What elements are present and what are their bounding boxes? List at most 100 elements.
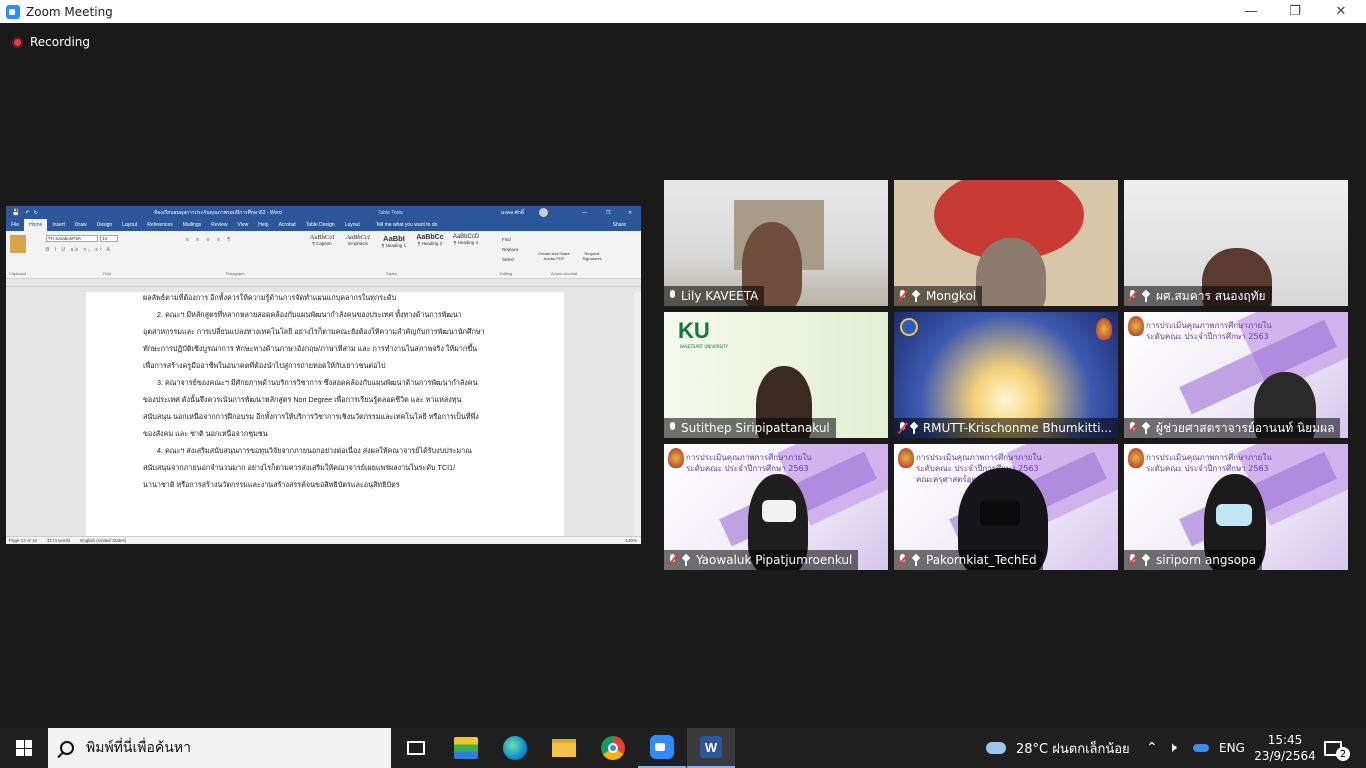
participant-name: Pakornkiat_TechEd — [926, 553, 1037, 567]
taskbar-file-explorer[interactable] — [540, 728, 588, 768]
muted-microphone-icon — [1128, 422, 1138, 434]
taskbar-app-stack[interactable] — [442, 728, 490, 768]
participant-name-tag: ผู้ช่วยศาสตราจารย์อานนท์ นิยมผล — [1124, 418, 1341, 438]
style-name: ¶ Heading 3 — [417, 241, 443, 246]
video-tile[interactable]: KU KASETSART UNIVERSITY Sutithep Siripip… — [664, 312, 888, 438]
chrome-icon — [601, 736, 625, 760]
muted-microphone-icon — [898, 554, 908, 566]
word-status-bar: Page 12 of 15 3174 words English (United… — [6, 536, 641, 544]
video-tile[interactable]: Lily KAVEETA — [664, 180, 888, 306]
taskbar-search-box[interactable]: พิมพ์ที่นี่เพื่อค้นหา — [48, 728, 391, 768]
pin-icon — [1141, 290, 1151, 302]
muted-microphone-icon — [1128, 554, 1138, 566]
slide-line: ระดับคณะ ประจำปีการศึกษา 2563 — [1146, 464, 1269, 473]
editing-group: Find Replace Select — [502, 235, 519, 265]
pin-icon — [681, 554, 691, 566]
window-title: Zoom Meeting — [26, 4, 113, 19]
word-tab: File — [11, 222, 20, 228]
pin-icon — [911, 554, 921, 566]
word-tab: Draw — [74, 222, 87, 228]
show-hidden-icons-button[interactable]: ⌃ — [1146, 728, 1158, 768]
onedrive-button[interactable] — [1193, 728, 1209, 768]
task-view-button[interactable] — [392, 728, 440, 768]
doc-line: ของประเทศ ดังนั้นจึงควรเน้นการพัฒนาหลักส… — [143, 395, 462, 404]
undo-icon: ↶ — [25, 209, 30, 216]
notification-count-badge: 2 — [1336, 747, 1350, 761]
find-command: Find — [502, 237, 511, 242]
muted-microphone-icon — [1128, 290, 1138, 302]
ribbon-group-labels: Clipboard Font Paragraph Styles Editing … — [6, 271, 641, 277]
style-sample: AaBbCcI — [346, 234, 370, 241]
slide-line: การประเมินคุณภาพการศึกษาภายใน — [686, 453, 812, 462]
ku-logo: KU — [678, 318, 710, 343]
faculty-seal-icon — [668, 448, 684, 468]
shared-screen: 💾 ↶ ↻ ห้องเรียนสมดุลการประกันคุณภาพรอบปี… — [6, 206, 641, 544]
style-name: ¶ Caption — [312, 241, 332, 246]
restore-button[interactable]: ❐ — [1272, 0, 1318, 23]
edge-icon — [503, 736, 527, 760]
word-user-name: มงคล ศักดิ์ — [501, 209, 524, 216]
volume-button[interactable]: 🕨 — [1168, 728, 1177, 768]
paragraph-format-icons: ≡ ≡ ≡ ≡ ¶ — [186, 237, 233, 243]
participant-name: Lily KAVEETA — [681, 289, 759, 303]
word-ruler — [6, 279, 641, 287]
participant-name: ผู้ช่วยศาสตราจารย์อานนท์ นิยมผล — [1156, 420, 1335, 435]
doc-line: สนับสนุนจากภายนอกจำนวนมาก อย่างไรก็ตามคว… — [143, 463, 456, 472]
redo-icon: ↻ — [33, 209, 38, 216]
zoom-logo-icon — [6, 4, 20, 19]
weather-text: 28°C ฝนตกเล็กน้อย — [1016, 741, 1130, 757]
chevron-up-icon: ⌃ — [1146, 740, 1158, 756]
participant-name: Yaowaluk Pipatjumroenkul — [696, 553, 853, 567]
taskbar-zoom[interactable] — [638, 728, 686, 768]
clock-date: 23/9/2564 — [1254, 749, 1316, 763]
word-table-tools: Table Tools — [378, 209, 403, 216]
doc-line: 2. คณะฯ มีหลักสูตรที่หลากหลายสอดคล้องกับ… — [157, 310, 462, 319]
word-user-avatar — [539, 208, 548, 217]
language-indicator: ENG — [1219, 741, 1245, 755]
start-button[interactable] — [0, 728, 48, 768]
muted-microphone-icon — [898, 422, 906, 434]
slide-line: ระดับคณะ ประจำปีการศึกษา 2563 — [686, 464, 809, 473]
taskbar-chrome[interactable] — [589, 728, 637, 768]
doc-line: นานาชาติ หรือการสร้างนวัตกรรมและงานสร้าง… — [143, 480, 400, 489]
video-tile[interactable]: การประเมินคุณภาพการศึกษาภายใน ระดับคณะ ปร… — [894, 444, 1118, 570]
word-tab: Mailings — [182, 222, 202, 228]
weather-widget[interactable]: 28°C ฝนตกเล็กน้อย — [986, 728, 1130, 768]
folder-icon — [552, 739, 576, 757]
virtual-background-title: การประเมินคุณภาพการศึกษาภายในระดับคณะ ปร… — [686, 452, 812, 474]
doc-line: ทักษะการปฏิบัติเชิงบูรณาการ ทักษะทางด้าน… — [143, 344, 478, 353]
input-language-button[interactable]: ENG — [1219, 728, 1245, 768]
video-tile[interactable]: การประเมินคุณภาพการศึกษาภายใน ระดับคณะ ปร… — [1124, 312, 1348, 438]
style-sample: AaBbI — [383, 234, 405, 243]
university-seal-icon — [900, 318, 918, 336]
word-language: English (United States) — [80, 538, 127, 543]
participant-name: RMUTT-Krischonme Bhumkitti... — [922, 421, 1112, 435]
pin-icon — [1141, 422, 1151, 434]
close-button[interactable]: ✕ — [1318, 0, 1364, 23]
muted-microphone-icon — [898, 290, 908, 302]
stacked-app-icon — [454, 737, 478, 759]
microphone-icon — [668, 290, 678, 302]
task-view-icon — [407, 741, 425, 755]
video-tile[interactable]: ผศ.สมคาร สนองฤทัย — [1124, 180, 1348, 306]
clock[interactable]: 15:45 23/9/2564 — [1254, 728, 1316, 768]
video-tile[interactable]: การประเมินคุณภาพการศึกษาภายในระดับคณะ ปร… — [664, 444, 888, 570]
notification-center-button[interactable]: 2 — [1324, 728, 1356, 768]
search-icon — [60, 741, 74, 755]
word-icon: W — [700, 736, 722, 758]
replace-command: Replace — [502, 247, 519, 252]
taskbar-edge[interactable] — [491, 728, 539, 768]
video-tile[interactable]: การประเมินคุณภาพการศึกษาภายใน ระดับคณะ ปร… — [1124, 444, 1348, 570]
word-tab: Acrobat — [278, 222, 296, 228]
record-icon — [12, 36, 23, 48]
word-tab: References — [147, 222, 173, 228]
minimize-button[interactable]: — — [1228, 0, 1274, 23]
video-tile[interactable]: RMUTT-Krischonme Bhumkitti... — [894, 312, 1118, 438]
ku-logo-subtitle: KASETSART UNIVERSITY — [680, 344, 729, 349]
search-placeholder: พิมพ์ที่นี่เพื่อค้นหา — [86, 740, 191, 756]
recording-indicator[interactable]: Recording — [12, 35, 90, 49]
taskbar-word[interactable]: W — [687, 728, 735, 768]
participant-name-tag: Yaowaluk Pipatjumroenkul — [664, 550, 859, 570]
participant-video — [976, 238, 1046, 306]
video-tile[interactable]: Mongkol — [894, 180, 1118, 306]
